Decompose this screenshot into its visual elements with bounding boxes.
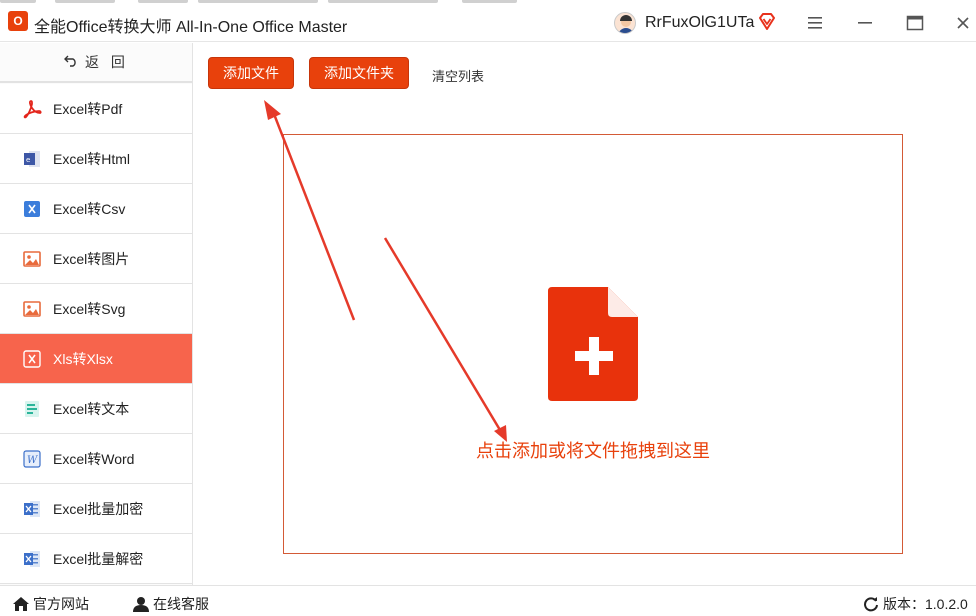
back-label: 返 回 [85, 54, 129, 70]
sidebar-item-label: Excel转Csv [53, 200, 126, 217]
xlsx-icon [22, 349, 42, 369]
status-bar: 官方网站 在线客服 版本：1.0.2.0 [0, 585, 976, 616]
sidebar-item-label: Excel转图片 [53, 250, 130, 267]
sidebar-item-excel-batch-encrypt[interactable]: Excel批量加密 [0, 484, 192, 534]
back-button[interactable]: 返 回 [0, 43, 192, 83]
sidebar-item-excel-to-csv[interactable]: Excel转Csv [0, 184, 192, 234]
app-title: 全能Office转换大师 All-In-One Office Master [34, 19, 348, 36]
clear-list-button[interactable]: 清空列表 [432, 66, 484, 85]
drop-hint: 点击添加或将文件拖拽到这里 [476, 441, 710, 461]
title-bar: O 全能Office转换大师 All-In-One Office Master … [0, 4, 976, 42]
word-icon: W [22, 449, 42, 469]
app-logo-icon: O [8, 11, 28, 31]
customer-service-icon [133, 597, 149, 612]
minimize-icon[interactable] [852, 10, 878, 36]
sidebar: 返 回 Excel转Pdf e Excel转Html Excel转Csv Exc… [0, 43, 193, 585]
sidebar-item-label: Excel转文本 [53, 400, 130, 417]
sidebar-item-xls-to-xlsx[interactable]: Xls转Xlsx [0, 334, 192, 384]
sidebar-item-label: Excel转Svg [53, 300, 126, 317]
sidebar-item-label: Excel批量加密 [53, 500, 144, 517]
official-site-label: 官方网站 [33, 596, 89, 612]
online-service-label: 在线客服 [153, 596, 209, 612]
svg-text:e: e [26, 156, 30, 164]
back-arrow-icon [63, 53, 79, 71]
csv-icon [22, 199, 42, 219]
image-icon [22, 249, 42, 269]
version-label: 版本：1.0.2.0 [883, 596, 968, 612]
add-folder-button[interactable]: 添加文件夹 [309, 57, 409, 89]
excel-unlock-icon [22, 549, 42, 569]
sidebar-item-excel-to-html[interactable]: e Excel转Html [0, 134, 192, 184]
sidebar-item-excel-to-image[interactable]: Excel转图片 [0, 234, 192, 284]
sidebar-item-label: Xls转Xlsx [53, 350, 113, 367]
refresh-icon [864, 597, 878, 612]
nav-list: Excel转Pdf e Excel转Html Excel转Csv Excel转图… [0, 84, 192, 584]
annotation-arrowhead-add-file [264, 100, 281, 120]
excel-lock-icon [22, 499, 42, 519]
svg-image-icon [22, 299, 42, 319]
home-icon [13, 597, 29, 611]
pdf-icon [22, 99, 42, 119]
official-site-link[interactable]: 官方网站 [12, 594, 89, 614]
sidebar-item-excel-to-svg[interactable]: Excel转Svg [0, 284, 192, 334]
sidebar-item-excel-to-text[interactable]: Excel转文本 [0, 384, 192, 434]
maximize-icon[interactable] [902, 10, 928, 36]
diamond-icon[interactable] [757, 12, 777, 32]
version-info: 版本：1.0.2.0 [862, 594, 968, 614]
username[interactable]: RrFuxOlG1UTa [645, 14, 754, 32]
sidebar-item-label: Excel转Word [53, 450, 135, 467]
close-icon[interactable] [950, 10, 976, 36]
sidebar-item-excel-to-pdf[interactable]: Excel转Pdf [0, 84, 192, 134]
online-service-link[interactable]: 在线客服 [132, 594, 209, 614]
file-drop-zone[interactable]: 点击添加或将文件拖拽到这里 [283, 134, 903, 554]
sidebar-item-label: Excel批量解密 [53, 550, 144, 567]
sidebar-item-excel-to-word[interactable]: W Excel转Word [0, 434, 192, 484]
sidebar-item-label: Excel转Pdf [53, 100, 123, 117]
svg-text:W: W [27, 455, 38, 466]
html-icon: e [22, 149, 42, 169]
add-file-icon[interactable] [548, 287, 640, 401]
avatar[interactable] [614, 12, 636, 34]
sidebar-item-label: Excel转Html [53, 150, 131, 167]
hamburger-menu-icon[interactable] [802, 10, 828, 36]
sidebar-item-excel-batch-decrypt[interactable]: Excel批量解密 [0, 534, 192, 584]
add-file-button[interactable]: 添加文件 [208, 57, 294, 89]
text-doc-icon [22, 399, 42, 419]
